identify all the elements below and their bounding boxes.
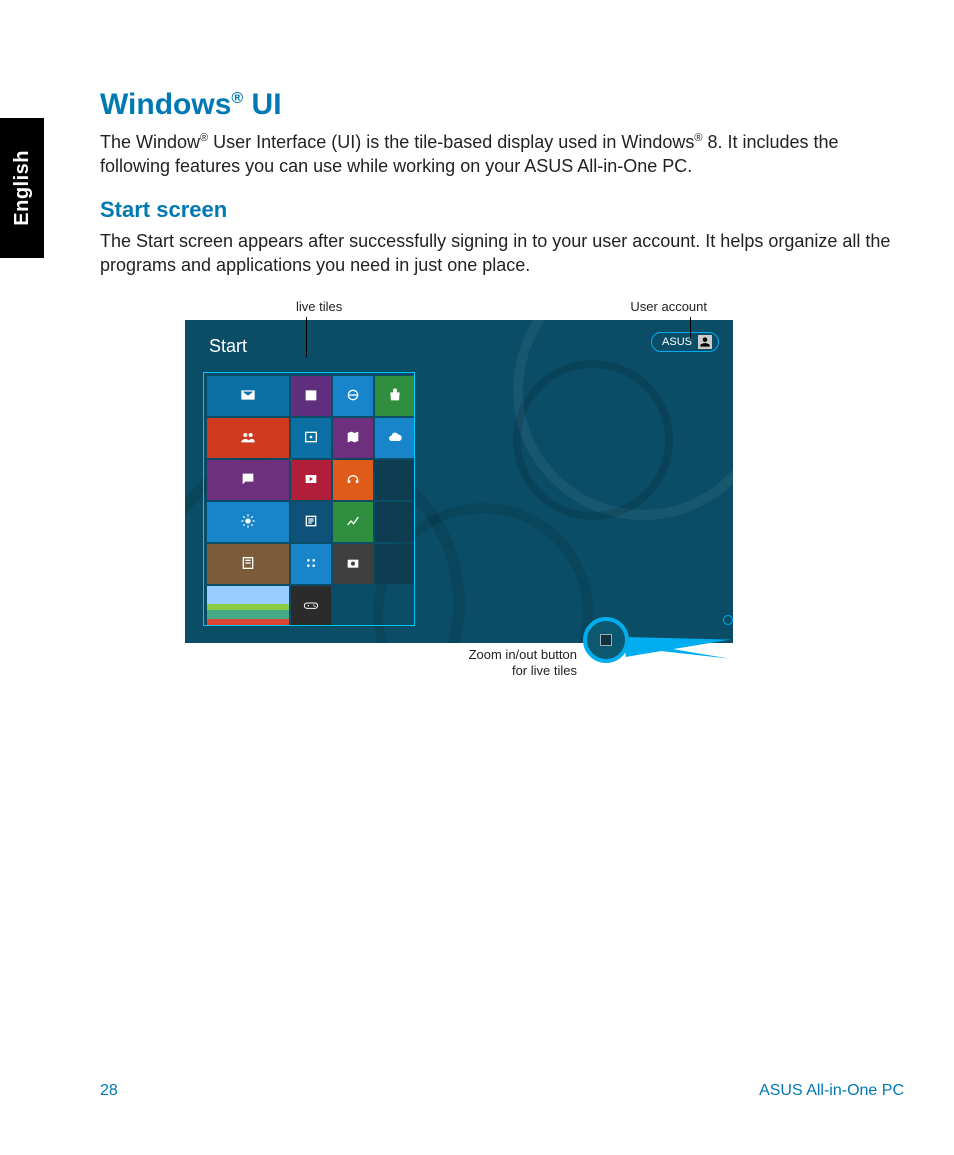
- tile-messaging[interactable]: [207, 460, 289, 500]
- user-account-label: ASUS: [662, 336, 692, 348]
- user-account-badge[interactable]: ASUS: [651, 332, 719, 352]
- callout-line: [690, 317, 691, 339]
- chat-icon: [240, 471, 256, 490]
- tile-camera[interactable]: [333, 544, 373, 584]
- reader-icon: [240, 555, 256, 574]
- tile-photo-tile[interactable]: [207, 586, 289, 626]
- video-icon: [303, 471, 319, 490]
- callout-line: [306, 317, 307, 357]
- tile-games[interactable]: [291, 586, 331, 626]
- cloud-icon: [387, 429, 403, 448]
- weather-icon: [240, 513, 256, 532]
- tile-music[interactable]: [333, 460, 373, 500]
- page-title: Windows® UI: [100, 88, 904, 122]
- product-name: ASUS All-in-One PC: [759, 1082, 904, 1100]
- language-tab-label: English: [11, 150, 34, 226]
- tile-video[interactable]: [291, 460, 331, 500]
- avatar-icon: [698, 335, 712, 349]
- tile-grid: [207, 376, 415, 626]
- settings-icon: [303, 555, 319, 574]
- games-icon: [303, 597, 319, 616]
- camera-icon: [345, 555, 361, 574]
- finance-icon: [345, 513, 361, 532]
- page-number: 28: [100, 1082, 118, 1100]
- section-heading: Start screen: [100, 197, 904, 223]
- store-icon: [387, 387, 403, 406]
- mail-icon: [240, 387, 256, 406]
- tile-ie[interactable]: [333, 376, 373, 416]
- tile-weather[interactable]: [207, 502, 289, 542]
- tile-settings[interactable]: [291, 544, 331, 584]
- zoom-button-callout: [583, 617, 629, 663]
- figure: live tiles User account Start ASUS: [185, 299, 733, 643]
- tile-blank1[interactable]: [375, 460, 415, 500]
- calendar-icon: [303, 387, 319, 406]
- tile-skydrive[interactable]: [375, 418, 415, 458]
- start-screen: Start ASUS: [185, 320, 733, 643]
- photo-icon: [303, 429, 319, 448]
- tile-store[interactable]: [375, 376, 415, 416]
- tile-blank2[interactable]: [375, 502, 415, 542]
- tile-calendar[interactable]: [291, 376, 331, 416]
- tile-photos[interactable]: [291, 418, 331, 458]
- tile-mail[interactable]: [207, 376, 289, 416]
- tile-people[interactable]: [207, 418, 289, 458]
- tile-finance[interactable]: [333, 502, 373, 542]
- minus-icon: [600, 634, 612, 646]
- news-icon: [303, 513, 319, 532]
- headphones-icon: [345, 471, 361, 490]
- people-icon: [240, 429, 256, 448]
- tile-reader[interactable]: [207, 544, 289, 584]
- intro-paragraph: The Window® User Interface (UI) is the t…: [100, 130, 904, 179]
- tile-news[interactable]: [291, 502, 331, 542]
- start-title: Start: [209, 336, 247, 357]
- tile-maps[interactable]: [333, 418, 373, 458]
- maps-icon: [345, 429, 361, 448]
- annotation-zoom: Zoom in/out button for live tiles: [445, 647, 577, 680]
- tile-blank3[interactable]: [375, 544, 415, 584]
- ie-icon: [345, 387, 361, 406]
- language-tab: English: [0, 118, 44, 258]
- annotation-user-account: User account: [630, 299, 707, 314]
- annotation-live-tiles: live tiles: [296, 299, 342, 314]
- section-paragraph: The Start screen appears after successfu…: [100, 229, 904, 278]
